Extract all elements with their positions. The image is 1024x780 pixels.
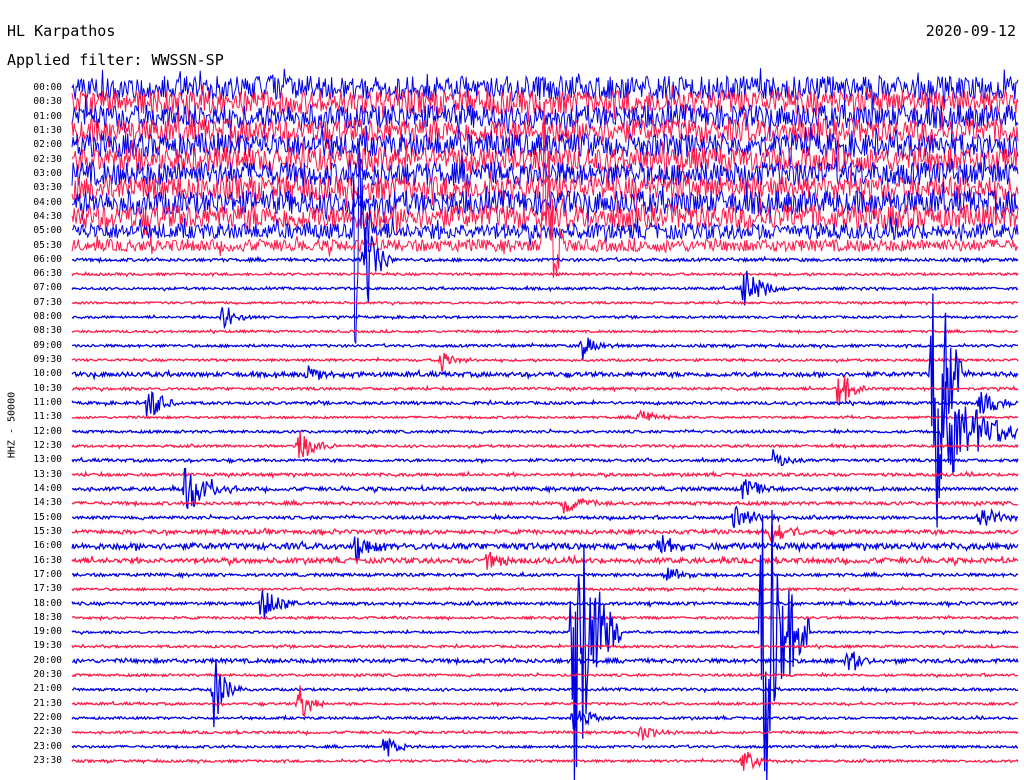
- trace-line: [71, 307, 1018, 330]
- trace-line: [71, 614, 1019, 622]
- trace-line: [71, 449, 1019, 466]
- trace-line: [71, 551, 1019, 570]
- trace-line: [71, 85, 1019, 123]
- trace-line: [71, 430, 1019, 459]
- trace-line: [71, 671, 1019, 679]
- trace-line: [71, 270, 1019, 278]
- trace-line: [71, 469, 1019, 480]
- trace-line: [71, 642, 1019, 650]
- trace-line: [71, 409, 1019, 422]
- trace-line: [71, 651, 1019, 671]
- trace-line: [71, 391, 1019, 418]
- trace-line: [71, 226, 1019, 302]
- trace-line: [71, 352, 1019, 372]
- trace-line: [71, 535, 1019, 562]
- trace-line: [71, 505, 1019, 529]
- trace-line: [71, 585, 1019, 593]
- trace-line: [71, 725, 1019, 741]
- trace-line: [71, 381, 1019, 474]
- trace-line: [71, 590, 1019, 619]
- trace-line: [71, 328, 1019, 335]
- trace-line: [71, 498, 1019, 514]
- helicorder-plot: [71, 68, 1019, 780]
- trace-line: [71, 337, 1019, 361]
- trace-line: [71, 524, 1019, 543]
- trace-line: [71, 299, 1019, 307]
- trace-line: [71, 751, 1019, 771]
- trace-line: [71, 567, 1019, 581]
- trace-line: [71, 738, 1019, 757]
- trace-line: [71, 270, 1019, 306]
